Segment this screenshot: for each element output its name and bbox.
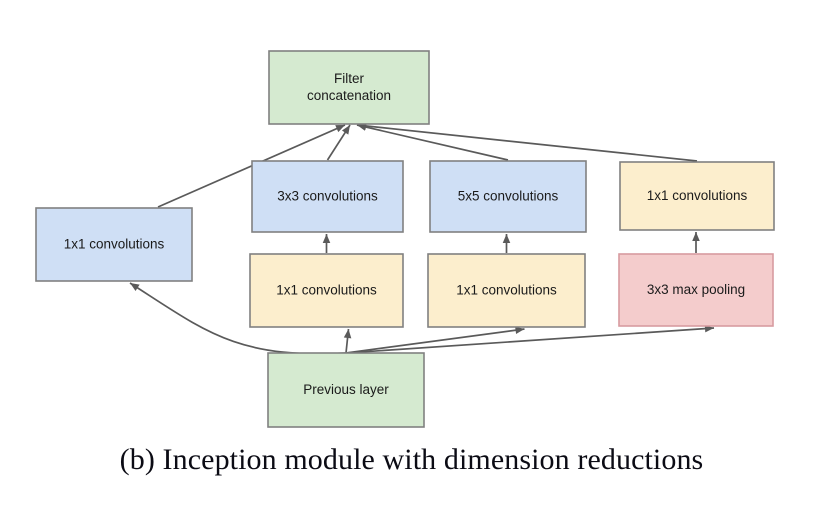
node-5x5-convolutions[interactable]: 5x5 convolutions [429, 160, 587, 233]
node-label-previous-layer: Previous layer [303, 382, 389, 397]
edge-previous-layer-to-reduce-3x3 [343, 328, 352, 354]
edge-5x5-convolutions-to-filter-concatenation [356, 123, 509, 161]
edge-max-pooling-to-top-right-1x1 [692, 232, 700, 253]
node-label-3x3-convolutions: 3x3 convolutions [277, 188, 378, 203]
edge-reduce-5x5-to-5x5-convolutions [502, 234, 511, 253]
nodes-layer: Filter concatenation 1x1 convolutions 3x3 c… [35, 50, 775, 428]
node-3x3-convolutions[interactable]: 3x3 convolutions [251, 160, 404, 233]
edge-previous-layer-to-max-pooling [345, 324, 715, 354]
node-reduce-1x1-convolutions-5x5[interactable]: 1x1 convolutions [427, 253, 586, 328]
node-label-5x5-convolutions: 5x5 convolutions [458, 188, 559, 203]
edge-reduce-3x3-to-3x3-convolutions [322, 234, 331, 253]
node-label-top-right-1x1-convolutions: 1x1 convolutions [647, 188, 748, 203]
figure-caption: (b) Inception module with dimension redu… [119, 443, 704, 476]
node-3x3-max-pooling[interactable]: 3x3 max pooling [618, 253, 774, 327]
node-label-reduce-1x1-convolutions-5x5: 1x1 convolutions [456, 282, 557, 297]
node-previous-layer[interactable]: Previous layer [267, 352, 425, 428]
inception-module-figure: Filter concatenation 1x1 convolutions 3x3 c… [0, 0, 823, 518]
edge-top-right-1x1-to-filter-concatenation [356, 122, 698, 162]
node-filter-concatenation[interactable]: Filter concatenation [268, 50, 430, 125]
node-top-right-1x1-convolutions[interactable]: 1x1 convolutions [619, 161, 775, 231]
node-left-1x1-convolutions[interactable]: 1x1 convolutions [35, 207, 193, 282]
inception-module-diagram: Filter concatenation 1x1 convolutions 3x3 c… [35, 50, 775, 428]
edge-previous-layer-to-reduce-5x5 [345, 326, 525, 354]
node-label-left-1x1-convolutions: 1x1 convolutions [64, 236, 165, 251]
node-label-reduce-1x1-convolutions-3x3: 1x1 convolutions [276, 282, 377, 297]
node-reduce-1x1-convolutions-3x3[interactable]: 1x1 convolutions [249, 253, 404, 328]
node-label-3x3-max-pooling: 3x3 max pooling [647, 282, 745, 297]
